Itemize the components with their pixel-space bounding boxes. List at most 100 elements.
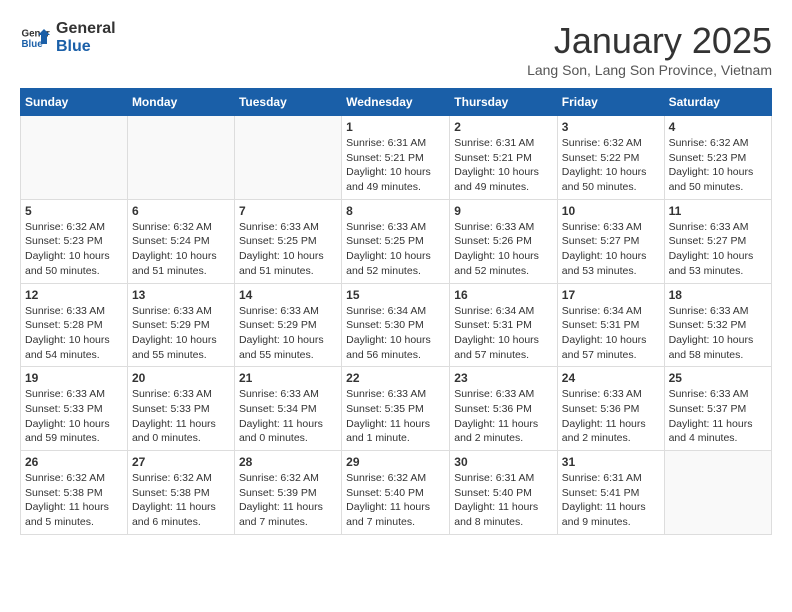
day-number: 10 — [562, 204, 660, 218]
calendar-cell: 4 Sunrise: 6:32 AM Sunset: 5:23 PM Daylig… — [664, 116, 771, 200]
calendar-cell — [127, 116, 234, 200]
logo-text-general: General — [56, 20, 116, 38]
calendar-cell: 6 Sunrise: 6:32 AM Sunset: 5:24 PM Daylig… — [127, 199, 234, 283]
calendar-cell: 20 Sunrise: 6:33 AM Sunset: 5:33 PM Dayli… — [127, 367, 234, 451]
day-info: Sunrise: 6:33 AM Sunset: 5:25 PM Dayligh… — [346, 220, 445, 279]
day-number: 23 — [454, 371, 553, 385]
day-number: 8 — [346, 204, 445, 218]
day-number: 13 — [132, 288, 230, 302]
calendar-cell: 10 Sunrise: 6:33 AM Sunset: 5:27 PM Dayli… — [557, 199, 664, 283]
logo: General Blue General Blue — [20, 20, 116, 55]
day-info: Sunrise: 6:33 AM Sunset: 5:29 PM Dayligh… — [132, 304, 230, 363]
svg-text:Blue: Blue — [22, 39, 44, 50]
calendar-cell: 21Sunrise: 6:33 AM Sunset: 5:34 PM Dayli… — [234, 367, 341, 451]
calendar-cell: 14 Sunrise: 6:33 AM Sunset: 5:29 PM Dayli… — [234, 283, 341, 367]
calendar-cell: 18 Sunrise: 6:33 AM Sunset: 5:32 PM Dayli… — [664, 283, 771, 367]
calendar-table: Sunday Monday Tuesday Wednesday Thursday… — [20, 88, 772, 535]
day-info: Sunrise: 6:33 AM Sunset: 5:34 PM Dayligh… — [239, 387, 337, 446]
day-info: Sunrise: 6:31 AM Sunset: 5:21 PM Dayligh… — [346, 136, 445, 195]
calendar-cell — [21, 116, 128, 200]
day-info: Sunrise: 6:31 AM Sunset: 5:41 PM Dayligh… — [562, 471, 660, 530]
day-info: Sunrise: 6:32 AM Sunset: 5:38 PM Dayligh… — [132, 471, 230, 530]
day-info: Sunrise: 6:33 AM Sunset: 5:25 PM Dayligh… — [239, 220, 337, 279]
day-number: 9 — [454, 204, 553, 218]
day-number: 7 — [239, 204, 337, 218]
day-number: 16 — [454, 288, 553, 302]
calendar-cell: 23 Sunrise: 6:33 AM Sunset: 5:36 PM Dayli… — [450, 367, 558, 451]
day-info: Sunrise: 6:33 AM Sunset: 5:27 PM Dayligh… — [562, 220, 660, 279]
day-number: 19 — [25, 371, 123, 385]
day-number: 2 — [454, 120, 553, 134]
col-thursday: Thursday — [450, 89, 558, 116]
day-number: 24 — [562, 371, 660, 385]
calendar-cell: 15Sunrise: 6:34 AM Sunset: 5:30 PM Dayli… — [342, 283, 450, 367]
calendar-cell: 22 Sunrise: 6:33 AM Sunset: 5:35 PM Dayli… — [342, 367, 450, 451]
day-number: 30 — [454, 455, 553, 469]
day-info: Sunrise: 6:33 AM Sunset: 5:36 PM Dayligh… — [454, 387, 553, 446]
calendar-header-row: Sunday Monday Tuesday Wednesday Thursday… — [21, 89, 772, 116]
day-number: 14 — [239, 288, 337, 302]
day-info: Sunrise: 6:33 AM Sunset: 5:36 PM Dayligh… — [562, 387, 660, 446]
calendar-cell: 8 Sunrise: 6:33 AM Sunset: 5:25 PM Daylig… — [342, 199, 450, 283]
day-number: 22 — [346, 371, 445, 385]
day-info: Sunrise: 6:32 AM Sunset: 5:38 PM Dayligh… — [25, 471, 123, 530]
day-info: Sunrise: 6:32 AM Sunset: 5:40 PM Dayligh… — [346, 471, 445, 530]
day-number: 17 — [562, 288, 660, 302]
calendar-cell: 30Sunrise: 6:31 AM Sunset: 5:40 PM Dayli… — [450, 451, 558, 535]
day-info: Sunrise: 6:33 AM Sunset: 5:33 PM Dayligh… — [132, 387, 230, 446]
week-row-5: 26 Sunrise: 6:32 AM Sunset: 5:38 PM Dayli… — [21, 451, 772, 535]
day-info: Sunrise: 6:32 AM Sunset: 5:23 PM Dayligh… — [25, 220, 123, 279]
col-friday: Friday — [557, 89, 664, 116]
day-info: Sunrise: 6:33 AM Sunset: 5:37 PM Dayligh… — [669, 387, 767, 446]
calendar-cell: 27 Sunrise: 6:32 AM Sunset: 5:38 PM Dayli… — [127, 451, 234, 535]
day-info: Sunrise: 6:32 AM Sunset: 5:22 PM Dayligh… — [562, 136, 660, 195]
location: Lang Son, Lang Son Province, Vietnam — [527, 62, 772, 78]
calendar-cell: 3Sunrise: 6:32 AM Sunset: 5:22 PM Daylig… — [557, 116, 664, 200]
day-info: Sunrise: 6:31 AM Sunset: 5:21 PM Dayligh… — [454, 136, 553, 195]
calendar-cell: 12Sunrise: 6:33 AM Sunset: 5:28 PM Dayli… — [21, 283, 128, 367]
col-monday: Monday — [127, 89, 234, 116]
day-info: Sunrise: 6:33 AM Sunset: 5:32 PM Dayligh… — [669, 304, 767, 363]
col-tuesday: Tuesday — [234, 89, 341, 116]
day-number: 4 — [669, 120, 767, 134]
day-number: 27 — [132, 455, 230, 469]
day-info: Sunrise: 6:32 AM Sunset: 5:24 PM Dayligh… — [132, 220, 230, 279]
day-number: 1 — [346, 120, 445, 134]
calendar-cell: 13 Sunrise: 6:33 AM Sunset: 5:29 PM Dayli… — [127, 283, 234, 367]
day-info: Sunrise: 6:32 AM Sunset: 5:23 PM Dayligh… — [669, 136, 767, 195]
calendar-cell: 9Sunrise: 6:33 AM Sunset: 5:26 PM Daylig… — [450, 199, 558, 283]
day-info: Sunrise: 6:33 AM Sunset: 5:35 PM Dayligh… — [346, 387, 445, 446]
day-info: Sunrise: 6:34 AM Sunset: 5:31 PM Dayligh… — [454, 304, 553, 363]
day-info: Sunrise: 6:34 AM Sunset: 5:30 PM Dayligh… — [346, 304, 445, 363]
day-number: 12 — [25, 288, 123, 302]
day-number: 26 — [25, 455, 123, 469]
day-number: 11 — [669, 204, 767, 218]
week-row-4: 19 Sunrise: 6:33 AM Sunset: 5:33 PM Dayli… — [21, 367, 772, 451]
calendar-cell: 2 Sunrise: 6:31 AM Sunset: 5:21 PM Daylig… — [450, 116, 558, 200]
calendar-cell: 31 Sunrise: 6:31 AM Sunset: 5:41 PM Dayli… — [557, 451, 664, 535]
day-info: Sunrise: 6:33 AM Sunset: 5:29 PM Dayligh… — [239, 304, 337, 363]
calendar-cell: 16 Sunrise: 6:34 AM Sunset: 5:31 PM Dayli… — [450, 283, 558, 367]
day-number: 6 — [132, 204, 230, 218]
week-row-2: 5Sunrise: 6:32 AM Sunset: 5:23 PM Daylig… — [21, 199, 772, 283]
calendar-cell: 1 Sunrise: 6:31 AM Sunset: 5:21 PM Daylig… — [342, 116, 450, 200]
logo-text-blue: Blue — [56, 38, 116, 56]
col-sunday: Sunday — [21, 89, 128, 116]
day-info: Sunrise: 6:32 AM Sunset: 5:39 PM Dayligh… — [239, 471, 337, 530]
day-number: 31 — [562, 455, 660, 469]
month-title: January 2025 — [527, 20, 772, 62]
calendar-cell — [234, 116, 341, 200]
calendar-cell: 28 Sunrise: 6:32 AM Sunset: 5:39 PM Dayli… — [234, 451, 341, 535]
calendar-cell: 19Sunrise: 6:33 AM Sunset: 5:33 PM Dayli… — [21, 367, 128, 451]
week-row-1: 1 Sunrise: 6:31 AM Sunset: 5:21 PM Daylig… — [21, 116, 772, 200]
day-number: 20 — [132, 371, 230, 385]
day-number: 29 — [346, 455, 445, 469]
col-saturday: Saturday — [664, 89, 771, 116]
day-number: 28 — [239, 455, 337, 469]
title-block: January 2025 Lang Son, Lang Son Province… — [527, 20, 772, 78]
col-wednesday: Wednesday — [342, 89, 450, 116]
day-number: 18 — [669, 288, 767, 302]
day-info: Sunrise: 6:34 AM Sunset: 5:31 PM Dayligh… — [562, 304, 660, 363]
page-header: General Blue General Blue January 2025 L… — [20, 20, 772, 78]
day-number: 25 — [669, 371, 767, 385]
